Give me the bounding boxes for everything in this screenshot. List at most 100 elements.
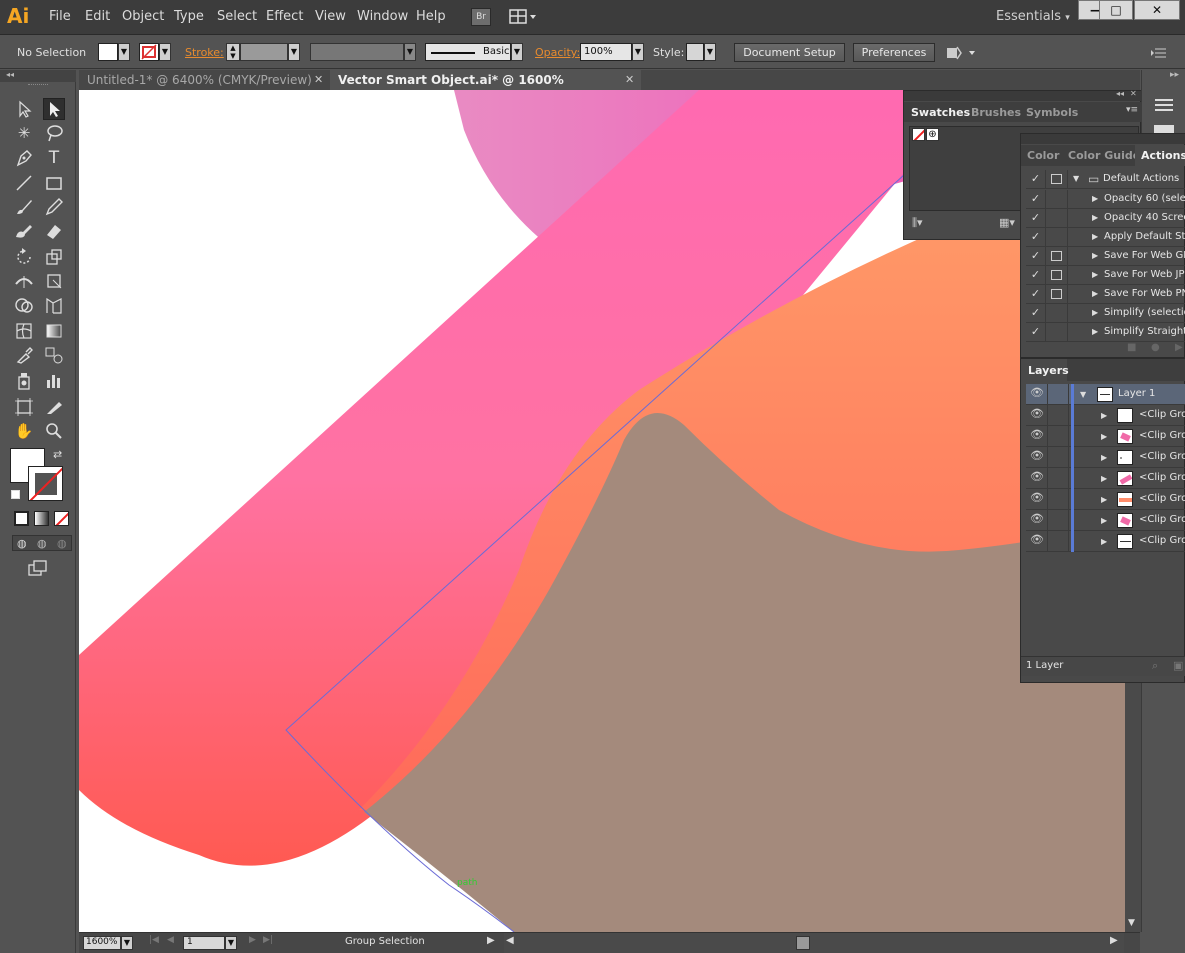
lock-toggle[interactable] <box>1047 447 1069 468</box>
action-check-icon[interactable]: ✓ <box>1026 209 1046 228</box>
column-graph-tool-icon[interactable] <box>43 370 65 392</box>
collapse-triangle-icon[interactable]: ▶ <box>1101 411 1107 420</box>
action-check-icon[interactable]: ✓ <box>1026 247 1046 266</box>
scroll-down-icon[interactable]: ▼ <box>1128 918 1135 928</box>
action-dialog-toggle[interactable] <box>1046 304 1068 323</box>
direct-selection-tool-icon[interactable] <box>43 98 65 120</box>
selection-tool-icon[interactable] <box>13 98 35 120</box>
sublayer-row[interactable]: 👁 ▶ <Clip Grou <box>1026 489 1185 510</box>
visibility-eye-icon[interactable]: 👁 <box>1030 512 1044 525</box>
sublayer-row[interactable]: 👁 ▶ <Clip Grou <box>1026 510 1185 531</box>
lock-toggle[interactable] <box>1047 468 1069 489</box>
record-icon[interactable]: ● <box>1151 342 1160 353</box>
action-row[interactable]: ✓ ▶ Save For Web JP <box>1026 266 1185 285</box>
action-dialog-toggle[interactable] <box>1046 190 1068 209</box>
status-menu-icon[interactable]: ▶ <box>487 935 495 946</box>
opacity-input[interactable]: 100% <box>580 43 632 61</box>
stroke-color-box[interactable] <box>28 466 63 501</box>
opacity-label[interactable]: Opacity: <box>535 46 580 59</box>
expand-triangle-icon[interactable]: ▼ <box>1073 174 1079 183</box>
action-dialog-toggle[interactable] <box>1046 209 1068 228</box>
lock-toggle[interactable] <box>1047 510 1069 531</box>
stroke-label[interactable]: Stroke: <box>185 46 224 59</box>
action-check-icon[interactable]: ✓ <box>1026 285 1046 304</box>
collapse-triangle-icon[interactable]: ▶ <box>1092 213 1098 222</box>
dock-panel-icon[interactable] <box>1154 125 1174 133</box>
locate-object-icon[interactable]: ⌕ <box>1152 659 1158 673</box>
stroke-swatch[interactable] <box>139 43 159 61</box>
sublayer-row[interactable]: 👁 ▶ <Clip Grou <box>1026 447 1185 468</box>
symbol-sprayer-tool-icon[interactable] <box>13 370 35 392</box>
tab-symbols[interactable]: Symbols <box>1026 106 1078 119</box>
type-tool-icon[interactable]: T <box>43 147 65 169</box>
tab-color[interactable]: Color <box>1027 149 1059 162</box>
rotate-tool-icon[interactable] <box>13 246 35 268</box>
swap-fill-stroke-icon[interactable]: ⇄ <box>53 448 62 461</box>
scroll-right-icon[interactable]: ▶ <box>1110 935 1118 946</box>
arrange-objects-icon[interactable] <box>945 45 977 61</box>
menu-effect[interactable]: Effect <box>266 9 303 24</box>
stop-recording-icon[interactable]: ■ <box>1127 342 1136 353</box>
free-transform-tool-icon[interactable] <box>43 270 65 292</box>
swatches-menu-icon[interactable]: ▾≡ <box>1126 105 1138 115</box>
menu-help[interactable]: Help <box>416 9 446 24</box>
collapse-triangle-icon[interactable]: ▶ <box>1101 537 1107 546</box>
variable-width-dropdown-icon[interactable]: ▼ <box>404 43 416 61</box>
menu-object[interactable]: Object <box>122 9 164 24</box>
action-row[interactable]: ✓ ▶ Opacity 40 Scree <box>1026 209 1185 228</box>
pencil-tool-icon[interactable] <box>43 196 65 218</box>
gradient-tool-icon[interactable] <box>43 320 65 342</box>
document-setup-button[interactable]: Document Setup <box>734 43 845 62</box>
slice-tool-icon[interactable] <box>43 396 65 418</box>
menu-view[interactable]: View <box>315 9 346 24</box>
make-clipping-mask-icon[interactable]: ▣ <box>1173 659 1183 672</box>
tab-layers[interactable]: Layers <box>1028 364 1069 377</box>
action-row[interactable]: ✓ ▶ Apply Default Sty <box>1026 228 1185 247</box>
collapse-triangle-icon[interactable]: ▶ <box>1092 251 1098 260</box>
swatches-close-icon[interactable]: ✕ <box>1130 89 1137 98</box>
style-dropdown-icon[interactable]: ▼ <box>704 43 716 61</box>
action-row[interactable]: ✓ ▶ Save For Web GI <box>1026 247 1185 266</box>
draw-normal-icon[interactable]: ◍ <box>17 537 27 550</box>
bridge-button[interactable]: Br <box>471 8 491 26</box>
registration-swatch[interactable]: ⊕ <box>926 128 939 141</box>
shape-builder-tool-icon[interactable] <box>13 295 35 317</box>
preferences-button[interactable]: Preferences <box>853 43 935 62</box>
scale-tool-icon[interactable] <box>43 246 65 268</box>
eraser-tool-icon[interactable] <box>43 220 65 242</box>
close-tab-untitled-icon[interactable]: ✕ <box>314 73 323 86</box>
workspace-switcher[interactable]: Essentials ▾ <box>996 9 1070 24</box>
zoom-tool-icon[interactable] <box>43 420 65 442</box>
menu-type[interactable]: Type <box>174 9 204 24</box>
horizontal-scrollbar[interactable]: ◀ ▶ <box>504 933 1124 953</box>
fill-dropdown-icon[interactable]: ▼ <box>118 43 130 61</box>
line-segment-tool-icon[interactable] <box>13 172 35 194</box>
action-check-icon[interactable]: ✓ <box>1026 323 1046 342</box>
visibility-eye-icon[interactable]: 👁 <box>1030 407 1044 420</box>
sublayer-row[interactable]: 👁 ▶ <Clip Grou <box>1026 426 1185 447</box>
panel-menu-icon[interactable] <box>1151 47 1167 59</box>
stroke-weight-input[interactable] <box>240 43 288 61</box>
action-dialog-toggle[interactable] <box>1046 228 1068 247</box>
visibility-eye-icon[interactable]: 👁 <box>1030 449 1044 462</box>
action-dialog-toggle[interactable] <box>1046 170 1068 189</box>
width-tool-icon[interactable] <box>13 270 35 292</box>
visibility-eye-icon[interactable]: 👁 <box>1030 533 1044 546</box>
perspective-grid-tool-icon[interactable] <box>43 295 65 317</box>
action-check-icon[interactable]: ✓ <box>1026 170 1046 189</box>
swatches-collapse-icon[interactable]: ◂◂ <box>1116 89 1124 98</box>
action-row[interactable]: ✓ ▶ Save For Web PN <box>1026 285 1185 304</box>
tab-vector-smart-object[interactable]: Vector Smart Object.ai* @ 1600% (RGB/Pre… <box>330 70 641 107</box>
action-row[interactable]: ✓ ▶ Simplify (selectio <box>1026 304 1185 323</box>
none-swatch[interactable] <box>912 128 925 141</box>
collapse-triangle-icon[interactable]: ▶ <box>1092 308 1098 317</box>
close-tab-vector-icon[interactable]: ✕ <box>625 73 634 86</box>
action-dialog-toggle[interactable] <box>1046 323 1068 342</box>
lock-toggle[interactable] <box>1047 384 1069 405</box>
visibility-eye-icon[interactable]: 👁 <box>1030 386 1044 399</box>
visibility-eye-icon[interactable]: 👁 <box>1030 428 1044 441</box>
menu-edit[interactable]: Edit <box>85 9 110 24</box>
scroll-left-icon[interactable]: ◀ <box>506 935 514 946</box>
screen-mode-icon[interactable] <box>27 559 49 577</box>
lock-toggle[interactable] <box>1047 405 1069 426</box>
